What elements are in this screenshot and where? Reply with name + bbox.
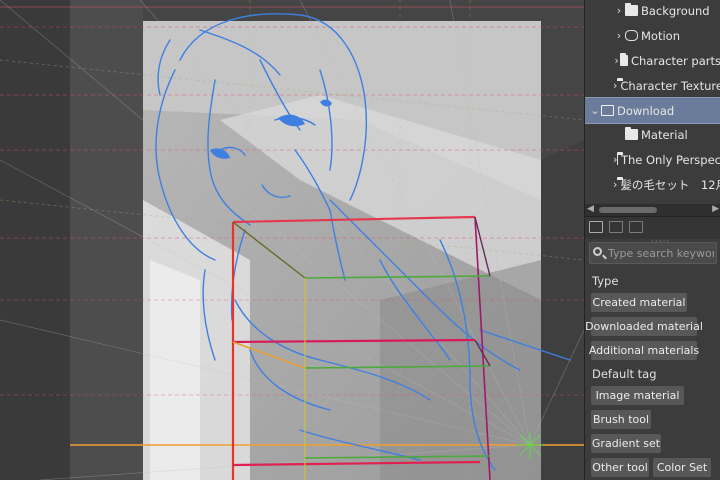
tree-item-label: Character Texture — [620, 78, 720, 93]
tree-item-label: Background — [641, 3, 710, 18]
tag-brush-tool[interactable]: Brush tool — [591, 410, 651, 429]
tag-other-tool[interactable]: Other tool — [591, 458, 649, 477]
tree-item-label: 髪の毛セット 12月 — [620, 177, 720, 192]
folder-icon — [617, 152, 621, 165]
tag-color-set[interactable]: Color Set — [653, 458, 711, 477]
tree-item-label: Motion — [641, 28, 680, 43]
tree-horizontal-scrollbar[interactable]: ◀ ▶ — [585, 204, 720, 216]
tree-item-download[interactable]: ⌄ Download — [585, 97, 720, 124]
tree-item-label: Character parts — [630, 53, 720, 68]
scrollbar-thumb[interactable] — [599, 207, 657, 213]
search-field[interactable] — [589, 242, 717, 264]
tree-item-character-texture[interactable]: › Character Texture — [585, 73, 720, 98]
tree-item-hair-set[interactable]: › 髪の毛セット 12月 — [585, 172, 720, 197]
chevron-right-icon[interactable]: › — [613, 29, 625, 42]
folder-icon — [625, 127, 638, 140]
tree-item-material[interactable]: Material — [585, 122, 720, 147]
tag-image-material[interactable]: Image material — [591, 386, 684, 405]
scroll-left-icon[interactable]: ◀ — [587, 204, 594, 214]
tree-item-motion[interactable]: › Motion — [585, 23, 720, 48]
default-tag-heading: Default tag — [592, 367, 657, 381]
tag-additional-materials[interactable]: Additional materials — [589, 341, 699, 360]
chevron-right-icon[interactable]: › — [613, 54, 620, 67]
chevron-down-icon[interactable]: ⌄ — [589, 104, 601, 117]
tag-downloaded-material[interactable]: Downloaded material — [585, 317, 703, 336]
download-icon — [601, 105, 614, 116]
tree-item-character-parts[interactable]: › Character parts — [585, 48, 720, 73]
canvas-area[interactable] — [0, 0, 584, 480]
tree-toolbar — [585, 216, 720, 239]
canvas-drawing[interactable] — [0, 0, 584, 480]
search-icon — [593, 247, 602, 256]
tree-item-the-only-perspective[interactable]: › The Only Perspec — [585, 147, 720, 172]
motion-icon — [625, 30, 638, 41]
tree-item-label: Download — [617, 103, 675, 118]
edit-folder-icon[interactable] — [629, 221, 643, 233]
tree-item-label: The Only Perspec — [620, 152, 720, 167]
duplicate-folder-icon[interactable] — [609, 221, 623, 233]
material-panel: › Background › Motion › Character parts … — [584, 0, 720, 480]
chevron-right-icon[interactable]: › — [613, 4, 625, 17]
tag-gradient-set[interactable]: Gradient set — [591, 434, 661, 453]
vanishing-point-icon[interactable] — [516, 431, 544, 459]
folder-grid-icon — [625, 3, 638, 16]
tag-created-material[interactable]: Created material — [591, 293, 687, 312]
search-input[interactable] — [608, 245, 714, 261]
folder-grid-icon — [620, 53, 628, 66]
type-heading: Type — [592, 274, 619, 288]
new-folder-icon[interactable] — [589, 221, 603, 233]
scroll-right-icon[interactable]: ▶ — [712, 204, 719, 214]
tree-item-background[interactable]: › Background — [585, 0, 720, 23]
tree-item-label: Material — [641, 127, 688, 142]
